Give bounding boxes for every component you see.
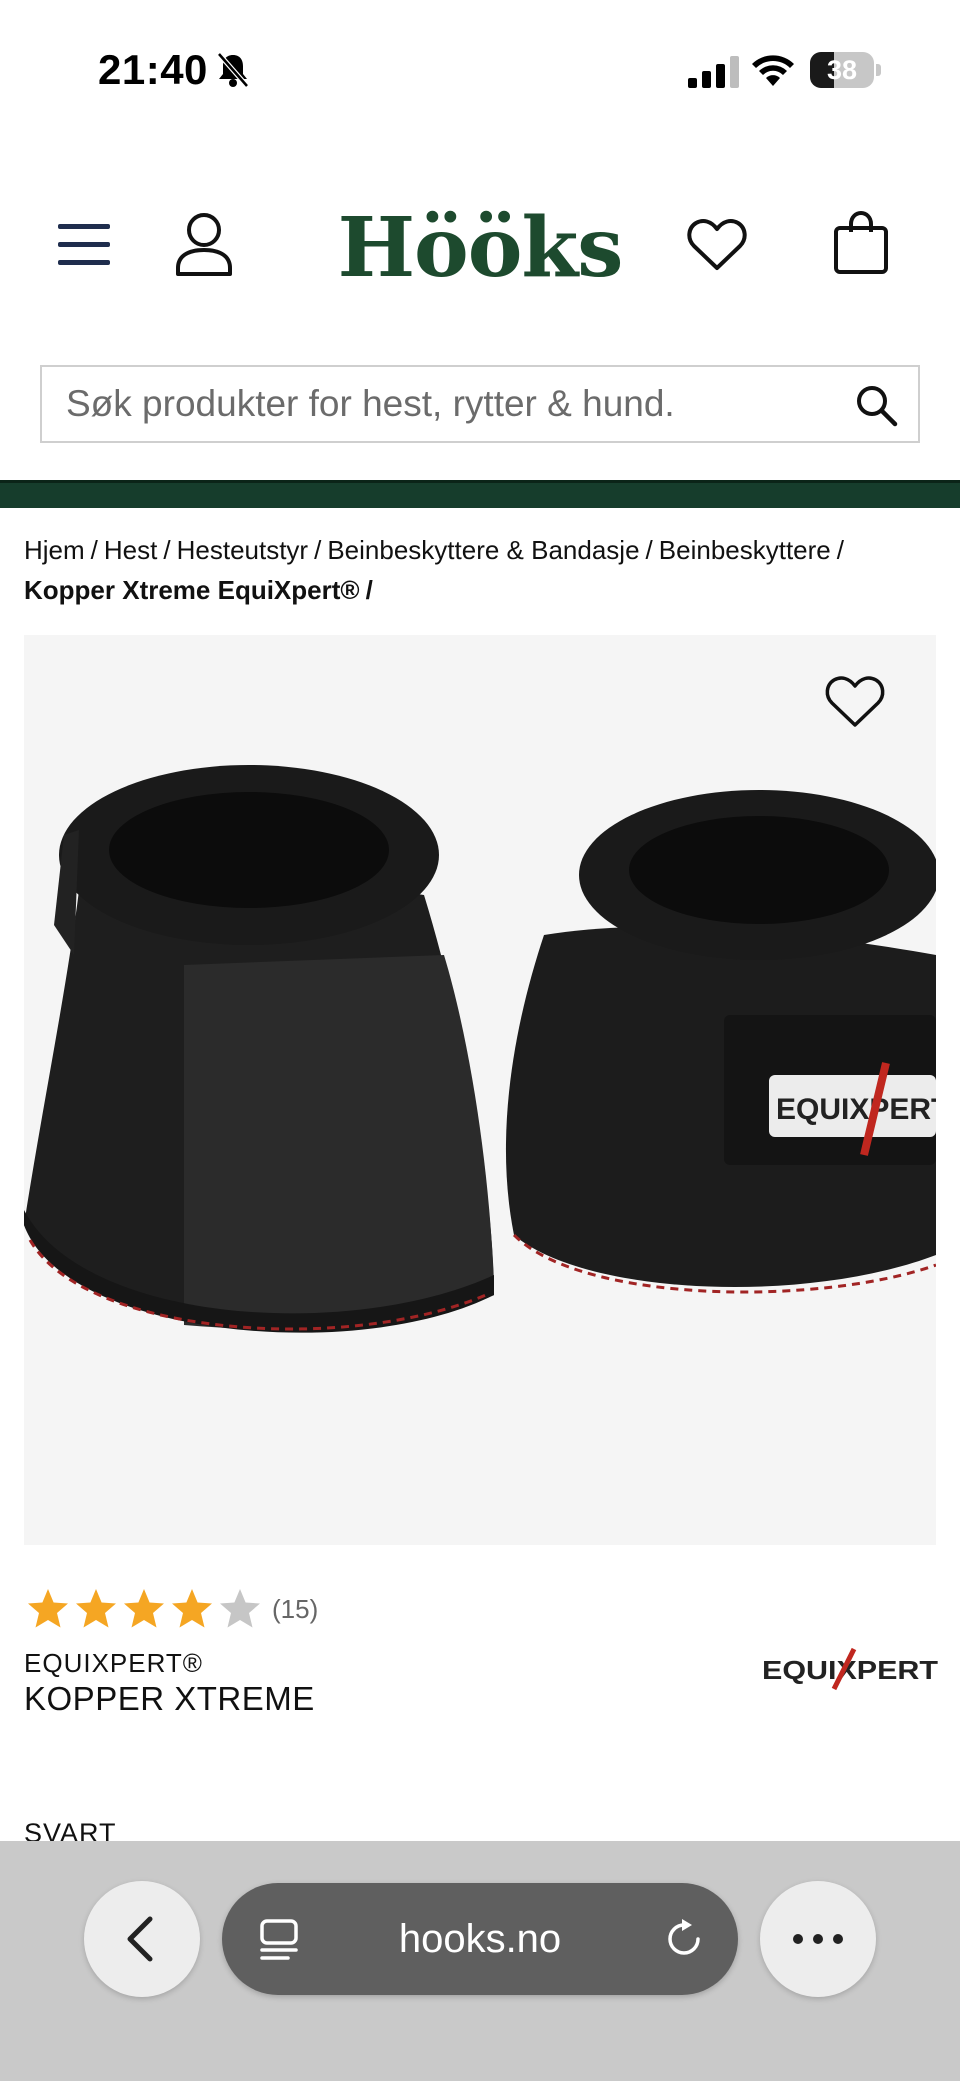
star-filled-icon <box>172 1589 212 1628</box>
image-logo-text: EQUIXPERT <box>776 1093 936 1126</box>
menu-icon[interactable] <box>56 220 112 270</box>
breadcrumb-current: Kopper Xtreme EquiXpert® <box>24 575 360 605</box>
more-icon <box>793 1934 843 1944</box>
status-bar: 21:40 38 <box>0 0 960 140</box>
product-photo-bell-boots: EQUIXPERT <box>24 765 936 1333</box>
reload-icon[interactable] <box>662 1917 706 1961</box>
back-icon <box>127 1916 153 1962</box>
header-divider-band <box>0 480 960 508</box>
product-image[interactable]: EQUIXPERT <box>24 635 936 1545</box>
search-input[interactable] <box>66 367 846 441</box>
account-icon[interactable] <box>172 210 236 278</box>
breadcrumb-item-hjem[interactable]: Hjem <box>24 535 85 565</box>
breadcrumb-item-hesteutstyr[interactable]: Hesteutstyr <box>177 535 309 565</box>
review-count[interactable]: (15) <box>272 1594 318 1625</box>
battery-level: 38 <box>826 55 858 85</box>
breadcrumb-item-beinbeskyttere-bandasje[interactable]: Beinbeskyttere & Bandasje <box>327 535 639 565</box>
right-bell-boot: EQUIXPERT <box>505 790 936 1294</box>
bell-muted-icon <box>217 52 249 88</box>
product-name: KOPPER XTREME <box>24 1680 315 1717</box>
more-button[interactable] <box>760 1881 876 1997</box>
left-bell-boot <box>24 765 494 1333</box>
url-text[interactable]: hooks.no <box>312 1883 648 1995</box>
star-filled-icon <box>124 1589 164 1628</box>
shopping-bag-icon[interactable] <box>832 210 890 276</box>
browser-toolbar: hooks.no <box>0 1841 960 2081</box>
image-wishlist-heart-icon[interactable] <box>824 673 886 731</box>
product-brand[interactable]: EQUIXPERT® <box>24 1648 203 1679</box>
address-bar[interactable]: hooks.no <box>222 1883 738 1995</box>
search-bar <box>40 365 920 443</box>
star-filled-icon <box>76 1589 116 1628</box>
brand-logo-mark[interactable]: EQUIXPERT <box>762 1645 938 1691</box>
product-rating[interactable]: (15) <box>26 1586 318 1632</box>
breadcrumb-item-beinbeskyttere[interactable]: Beinbeskyttere <box>659 535 831 565</box>
brand-logo[interactable]: Hööks <box>280 198 680 298</box>
breadcrumb: Hjem / Hest / Hesteutstyr / Beinbeskyttere & B… <box>24 535 844 605</box>
star-filled-icon <box>28 1589 68 1628</box>
star-empty-icon <box>220 1589 260 1628</box>
breadcrumb-item-hest[interactable]: Hest <box>104 535 157 565</box>
battery-indicator: 38 <box>810 52 881 88</box>
cellular-signal-icon <box>688 56 739 88</box>
wifi-icon <box>752 55 794 86</box>
status-time: 21:40 <box>98 46 208 93</box>
tabs-icon[interactable] <box>258 1917 302 1961</box>
site-header: Hööks <box>0 190 960 300</box>
search-icon[interactable] <box>854 383 898 427</box>
back-button[interactable] <box>84 1881 200 1997</box>
wishlist-heart-icon[interactable] <box>686 216 748 274</box>
